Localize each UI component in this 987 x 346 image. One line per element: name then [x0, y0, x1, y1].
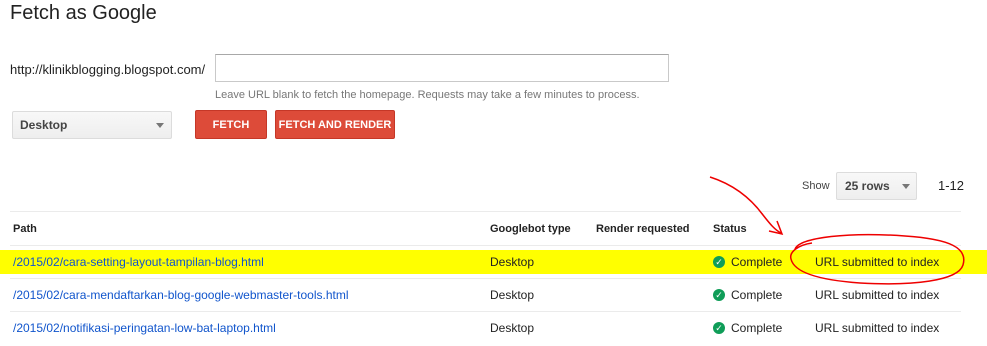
path-link[interactable]: /2015/02/cara-setting-layout-tampilan-bl…: [13, 255, 264, 269]
device-select[interactable]: Desktop: [12, 111, 172, 139]
fetch-and-render-button[interactable]: FETCH AND RENDER: [275, 110, 395, 139]
column-header-path[interactable]: Path: [13, 212, 37, 245]
check-circle-icon: ✓: [713, 289, 725, 301]
path-link[interactable]: /2015/02/notifikasi-peringatan-low-bat-l…: [13, 321, 276, 335]
check-circle-icon: ✓: [713, 322, 725, 334]
check-circle-icon: ✓: [713, 256, 725, 268]
table-row[interactable]: /2015/02/cara-setting-layout-tampilan-bl…: [10, 245, 961, 278]
column-header-googlebot-type[interactable]: Googlebot type: [490, 212, 571, 245]
table-header-row: Path Googlebot type Render requested Sta…: [10, 211, 961, 245]
rows-per-page-select[interactable]: 25 rows: [836, 172, 917, 200]
googlebot-type: Desktop: [490, 255, 535, 269]
column-header-render-requested[interactable]: Render requested: [596, 212, 690, 245]
status-cell: ✓ Complete: [713, 312, 782, 344]
status-cell: ✓ Complete: [713, 246, 782, 278]
table-row[interactable]: /2015/02/notifikasi-peringatan-low-bat-l…: [10, 311, 961, 344]
url-hint-text: Leave URL blank to fetch the homepage. R…: [215, 89, 640, 101]
url-prefix-label: http://klinikblogging.blogspot.com/: [10, 62, 206, 77]
googlebot-type: Desktop: [490, 288, 535, 302]
status-cell: ✓ Complete: [713, 279, 782, 311]
page-title: Fetch as Google: [10, 2, 157, 24]
googlebot-type: Desktop: [490, 321, 535, 335]
path-link[interactable]: /2015/02/cara-mendaftarkan-blog-google-w…: [13, 288, 349, 302]
result-text[interactable]: URL submitted to index: [815, 246, 939, 278]
status-text: Complete: [731, 255, 783, 269]
fetch-history-table: Path Googlebot type Render requested Sta…: [10, 211, 961, 344]
table-row[interactable]: /2015/02/cara-mendaftarkan-blog-google-w…: [10, 278, 961, 311]
rows-per-page-value: 25 rows: [845, 179, 890, 193]
device-select-value: Desktop: [20, 118, 68, 132]
chevron-down-icon: [156, 123, 164, 128]
status-text: Complete: [731, 321, 783, 335]
fetch-button[interactable]: FETCH: [195, 110, 267, 139]
result-text[interactable]: URL submitted to index: [815, 312, 939, 344]
chevron-down-icon: [902, 184, 910, 189]
url-path-input[interactable]: [215, 54, 669, 82]
status-text: Complete: [731, 288, 783, 302]
result-text[interactable]: URL submitted to index: [815, 279, 939, 311]
pagination-range: 1-12: [938, 178, 965, 193]
show-rows-label: Show: [802, 180, 830, 192]
column-header-status[interactable]: Status: [713, 212, 747, 245]
